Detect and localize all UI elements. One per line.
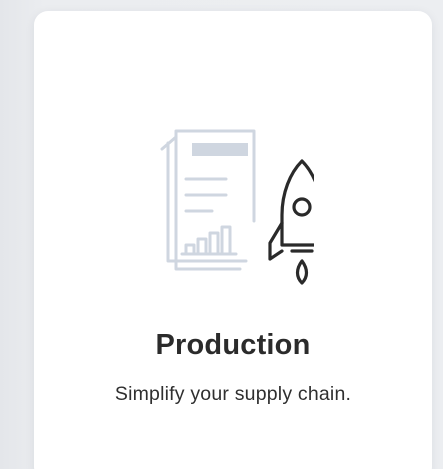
rocket-icon — [268, 159, 314, 285]
document-chart-icon — [160, 129, 256, 271]
production-illustration — [160, 129, 314, 285]
card-illustration — [154, 111, 314, 296]
page-background: Production Simplify your supply chain. — [0, 0, 443, 469]
production-card[interactable]: Production Simplify your supply chain. — [34, 11, 432, 469]
card-subtitle: Simplify your supply chain. — [114, 383, 352, 405]
card-title: Production — [155, 329, 311, 361]
